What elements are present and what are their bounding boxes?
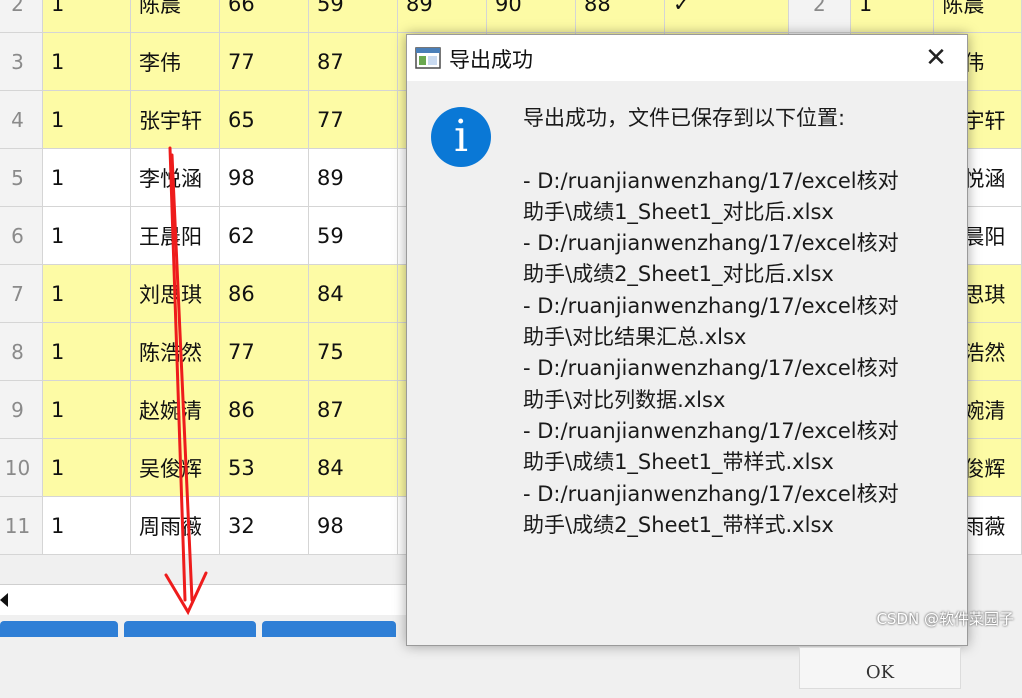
scroll-left-icon[interactable] <box>0 593 8 607</box>
table-cell[interactable]: 66 <box>219 0 309 33</box>
message-line: 助手\对比结果汇总.xlsx <box>523 325 747 350</box>
table-cell[interactable]: 90 <box>486 0 576 33</box>
message-line: - D:/ruanjianwenzhang/17/excel核对 <box>523 418 899 443</box>
table-cell[interactable]: 98 <box>308 496 398 555</box>
table-cell[interactable]: 张宇轩 <box>130 90 220 149</box>
table-cell[interactable]: 李悦涵 <box>130 148 220 207</box>
message-line: - D:/ruanjianwenzhang/17/excel核对 <box>523 356 899 381</box>
row-number: 5 <box>0 148 43 207</box>
table-row: 2 1 陈晨 66 59 89 90 88 ✓ <box>0 0 793 33</box>
message-line: - D:/ruanjianwenzhang/17/excel核对 <box>523 293 899 318</box>
message-line: 助手\成绩1_Sheet1_对比后.xlsx <box>523 199 834 224</box>
table-cell[interactable]: 98 <box>219 148 309 207</box>
table-cell[interactable]: 刘思琪 <box>130 264 220 323</box>
table-cell[interactable]: 陈浩然 <box>130 322 220 381</box>
table-cell[interactable]: 1 <box>42 0 131 33</box>
row-number: 4 <box>0 90 43 149</box>
table-cell[interactable]: 1 <box>42 32 131 91</box>
bottom-button-3[interactable] <box>262 621 396 637</box>
message-line: 助手\成绩2_Sheet1_对比后.xlsx <box>523 262 834 287</box>
row-number: 6 <box>0 206 43 265</box>
table-cell[interactable]: 1 <box>42 322 131 381</box>
row-number: 3 <box>0 32 43 91</box>
table-cell[interactable]: 87 <box>308 380 398 439</box>
table-cell[interactable]: 李伟 <box>130 32 220 91</box>
table-cell[interactable]: 75 <box>308 322 398 381</box>
info-icon: i <box>431 107 491 167</box>
row-number: 8 <box>0 322 43 381</box>
ok-button[interactable]: OK <box>799 647 961 689</box>
table-cell[interactable]: 89 <box>397 0 487 33</box>
table-cell[interactable]: 84 <box>308 438 398 497</box>
message-line: - D:/ruanjianwenzhang/17/excel核对 <box>523 481 899 506</box>
table-cell[interactable]: 1 <box>849 0 935 33</box>
message-line: - D:/ruanjianwenzhang/17/excel核对 <box>523 168 899 193</box>
row-number: 7 <box>0 264 43 323</box>
dialog-titlebar: 导出成功 ✕ <box>407 35 967 81</box>
dialog-title: 导出成功 <box>449 48 533 72</box>
table-cell[interactable]: 1 <box>42 148 131 207</box>
table-cell[interactable]: ✓ <box>664 0 793 33</box>
table-cell[interactable]: 87 <box>308 32 398 91</box>
table-cell[interactable]: 88 <box>575 0 665 33</box>
table-cell[interactable]: 77 <box>219 322 309 381</box>
bottom-button-2[interactable] <box>124 621 256 637</box>
row-number: 2 <box>788 0 851 33</box>
close-icon[interactable]: ✕ <box>919 43 953 73</box>
dialog-message: 导出成功，文件已保存到以下位置: - D:/ruanjianwenzhang/1… <box>523 103 953 541</box>
window-app-icon <box>415 47 441 69</box>
message-line: 助手\成绩1_Sheet1_带样式.xlsx <box>523 450 834 475</box>
table-cell[interactable]: 1 <box>42 438 131 497</box>
table-cell[interactable]: 王晨阳 <box>130 206 220 265</box>
table-cell[interactable]: 陈晨 <box>130 0 220 33</box>
message-line: - D:/ruanjianwenzhang/17/excel核对 <box>523 231 899 256</box>
row-number: 9 <box>0 380 43 439</box>
table-cell[interactable]: 77 <box>219 32 309 91</box>
row-number: 11 <box>0 496 43 555</box>
table-cell[interactable]: 59 <box>308 0 398 33</box>
table-cell[interactable]: 1 <box>42 496 131 555</box>
message-line: 助手\成绩2_Sheet1_带样式.xlsx <box>523 512 834 537</box>
table-cell[interactable]: 周雨薇 <box>130 496 220 555</box>
dialog-body: i 导出成功，文件已保存到以下位置: - D:/ruanjianwenzhang… <box>407 81 967 689</box>
table-cell[interactable]: 1 <box>42 206 131 265</box>
message-line: 助手\对比列数据.xlsx <box>523 387 726 412</box>
watermark: CSDN @软件菜园子 <box>876 610 1014 628</box>
bottom-button-1[interactable] <box>0 621 118 637</box>
table-cell[interactable]: 1 <box>42 380 131 439</box>
table-cell[interactable]: 65 <box>219 90 309 149</box>
table-cell[interactable]: 89 <box>308 148 398 207</box>
table-cell[interactable]: 1 <box>42 90 131 149</box>
table-cell[interactable]: 86 <box>219 264 309 323</box>
table-row: 2 1 陈晨 <box>788 0 1022 33</box>
table-cell[interactable]: 53 <box>219 438 309 497</box>
row-number: 2 <box>0 0 43 33</box>
table-cell[interactable]: 吴俊辉 <box>130 438 220 497</box>
table-cell[interactable]: 84 <box>308 264 398 323</box>
table-cell[interactable]: 1 <box>42 264 131 323</box>
export-success-dialog: 导出成功 ✕ i 导出成功，文件已保存到以下位置: - D:/ruanjianw… <box>406 34 968 689</box>
table-cell[interactable]: 62 <box>219 206 309 265</box>
table-cell[interactable]: 32 <box>219 496 309 555</box>
message-line <box>523 134 953 165</box>
table-cell[interactable]: 陈晨 <box>933 0 1022 33</box>
table-cell[interactable]: 59 <box>308 206 398 265</box>
table-cell[interactable]: 86 <box>219 380 309 439</box>
table-cell[interactable]: 77 <box>308 90 398 149</box>
table-cell[interactable]: 赵婉清 <box>130 380 220 439</box>
message-line: 导出成功，文件已保存到以下位置: <box>523 106 846 130</box>
row-number: 10 <box>0 438 43 497</box>
